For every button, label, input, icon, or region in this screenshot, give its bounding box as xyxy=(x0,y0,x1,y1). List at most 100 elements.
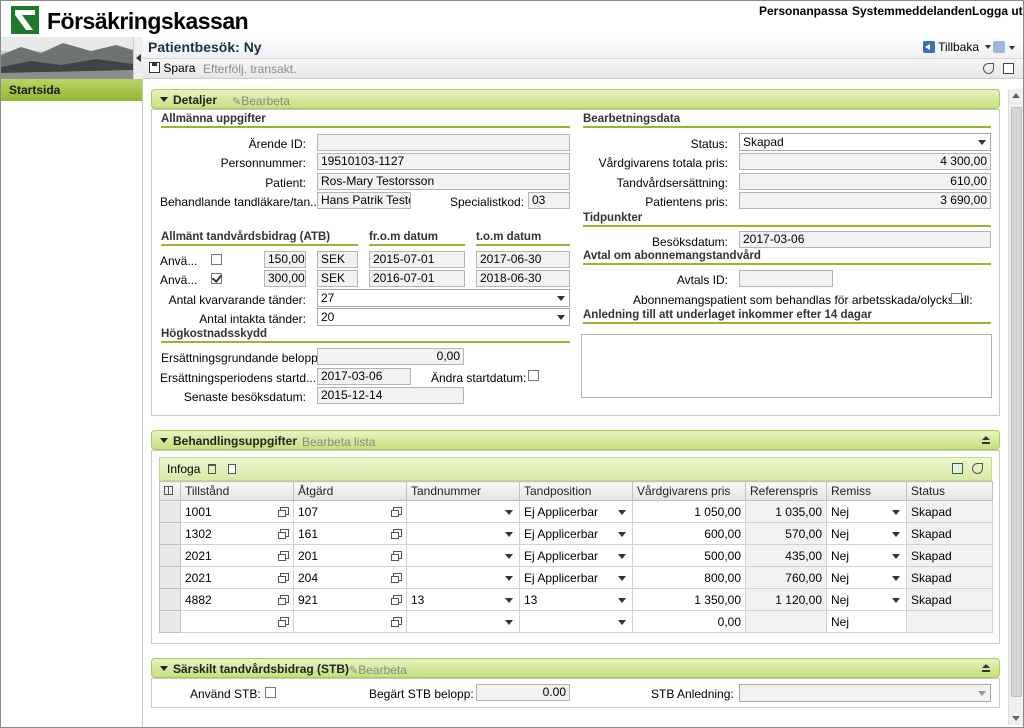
chevron-down-icon[interactable] xyxy=(505,532,513,537)
cell-atgard[interactable]: 107 xyxy=(293,500,407,523)
chevron-down-icon[interactable] xyxy=(505,554,513,559)
cell-atgard[interactable]: 921 xyxy=(293,588,407,611)
chevron-down-icon[interactable] xyxy=(618,554,626,559)
lookup-icon[interactable] xyxy=(278,617,289,627)
row-header[interactable] xyxy=(159,566,181,589)
cell-tillstand[interactable]: 2021 xyxy=(180,566,294,589)
row-header[interactable] xyxy=(159,500,181,523)
tools-icon[interactable] xyxy=(972,463,983,474)
row-header[interactable] xyxy=(159,588,181,611)
stb-panel-header[interactable]: Särskilt tandvårdsbidrag (STB) ✎Bearbeta xyxy=(151,658,1000,678)
column-chooser-icon[interactable] xyxy=(159,481,181,501)
stb-edit-button[interactable]: ✎Bearbeta xyxy=(349,663,407,677)
lookup-icon[interactable] xyxy=(278,529,289,539)
chevron-down-icon[interactable] xyxy=(618,510,626,515)
tools-icon[interactable] xyxy=(983,63,994,74)
table-row[interactable]: 1001 107 Ej Applicerbar 1 050,00 1 035,00 Nej… xyxy=(159,500,993,523)
lookup-icon[interactable] xyxy=(278,507,289,517)
collapse-up-icon[interactable] xyxy=(982,664,990,672)
cell-tillstand[interactable]: 1001 xyxy=(180,500,294,523)
chevron-down-icon[interactable] xyxy=(892,532,900,537)
chevron-down-icon[interactable] xyxy=(892,554,900,559)
lookup-icon[interactable] xyxy=(391,507,402,517)
atb-row-checkbox[interactable] xyxy=(211,273,222,284)
cell-remiss[interactable]: Nej xyxy=(826,610,907,633)
cell-tandpos[interactable]: Ej Applicerbar xyxy=(519,522,633,545)
chevron-down-icon[interactable] xyxy=(1009,46,1015,50)
lookup-icon[interactable] xyxy=(391,573,402,583)
cell-pris[interactable]: 500,00 xyxy=(632,544,746,567)
column-header[interactable]: Referenspris xyxy=(745,481,827,501)
column-header[interactable]: Vårdgivarens pris xyxy=(632,481,746,501)
sidebar-collapse-icon[interactable] xyxy=(133,37,143,79)
cell-pris[interactable]: 0,00 xyxy=(632,610,746,633)
lookup-icon[interactable] xyxy=(278,595,289,605)
chevron-down-icon[interactable] xyxy=(892,510,900,515)
details-panel-header[interactable]: Detaljer ✎Bearbeta xyxy=(151,89,1000,109)
remaining-teeth-select[interactable]: 27 xyxy=(317,289,570,307)
cell-remiss[interactable]: Nej xyxy=(826,500,907,523)
injury-patient-checkbox[interactable] xyxy=(951,293,962,304)
lookup-icon[interactable] xyxy=(391,595,402,605)
cell-tandpos[interactable]: 13 xyxy=(519,588,633,611)
column-header[interactable]: Status xyxy=(906,481,993,501)
cell-remiss[interactable]: Nej xyxy=(826,522,907,545)
chevron-down-icon[interactable] xyxy=(618,620,626,625)
row-header[interactable] xyxy=(159,544,181,567)
cell-tandnr[interactable] xyxy=(406,522,520,545)
intact-teeth-select[interactable]: 20 xyxy=(317,308,570,326)
vertical-scrollbar[interactable] xyxy=(1008,89,1023,725)
chevron-down-icon[interactable] xyxy=(505,598,513,603)
copy-icon[interactable] xyxy=(228,464,236,474)
insert-button[interactable]: Infoga xyxy=(167,462,200,476)
export-icon[interactable] xyxy=(952,463,963,474)
chevron-down-icon[interactable] xyxy=(505,620,513,625)
cell-tandpos[interactable]: Ej Applicerbar xyxy=(519,566,633,589)
treatment-panel-header[interactable]: Behandlingsuppgifter Bearbeta lista xyxy=(151,430,1000,450)
table-row[interactable]: 0,00 Nej xyxy=(159,610,993,633)
cell-tillstand[interactable]: 1302 xyxy=(180,522,294,545)
cell-pris[interactable]: 1 350,00 xyxy=(632,588,746,611)
cell-tillstand[interactable] xyxy=(180,610,294,633)
cell-tandpos[interactable]: Ej Applicerbar xyxy=(519,544,633,567)
column-header[interactable]: Remiss xyxy=(826,481,907,501)
cell-atgard[interactable] xyxy=(293,610,407,633)
cell-tandnr[interactable] xyxy=(406,610,520,633)
nav-personanpassa[interactable]: Personanpassa xyxy=(759,4,848,18)
cell-pris[interactable]: 800,00 xyxy=(632,566,746,589)
cell-atgard[interactable]: 204 xyxy=(293,566,407,589)
cell-tandpos[interactable]: Ej Applicerbar xyxy=(519,500,633,523)
chevron-down-icon[interactable] xyxy=(892,598,900,603)
atb-row-checkbox[interactable] xyxy=(211,254,222,265)
table-row[interactable]: 4882 921 13 13 1 350,00 1 120,00 Nej Skapad xyxy=(159,588,993,611)
collapse-up-icon[interactable] xyxy=(982,436,990,444)
change-startdate-checkbox[interactable] xyxy=(528,370,539,381)
column-header[interactable]: Tillstånd xyxy=(180,481,294,501)
lookup-icon[interactable] xyxy=(391,551,402,561)
cell-atgard[interactable]: 201 xyxy=(293,544,407,567)
forward-icon[interactable] xyxy=(993,41,1005,53)
stb-reason-select[interactable] xyxy=(739,684,991,702)
row-header[interactable] xyxy=(159,610,181,633)
cell-atgard[interactable]: 161 xyxy=(293,522,407,545)
column-header[interactable]: Tandnummer xyxy=(406,481,520,501)
followup-transaction-button[interactable]: Efterfölj. transakt. xyxy=(203,62,296,76)
cell-tandnr[interactable]: 13 xyxy=(406,588,520,611)
chevron-down-icon[interactable] xyxy=(618,598,626,603)
cell-tillstand[interactable]: 2021 xyxy=(180,544,294,567)
chevron-down-icon[interactable] xyxy=(618,532,626,537)
cell-pris[interactable]: 600,00 xyxy=(632,522,746,545)
cell-tandnr[interactable] xyxy=(406,566,520,589)
cell-remiss[interactable]: Nej xyxy=(826,588,907,611)
lookup-icon[interactable] xyxy=(278,573,289,583)
nav-systemmeddelanden[interactable]: Systemmeddelanden xyxy=(852,4,972,18)
cell-tillstand[interactable]: 4882 xyxy=(180,588,294,611)
chevron-down-icon[interactable] xyxy=(505,576,513,581)
use-stb-checkbox[interactable] xyxy=(265,687,276,698)
chevron-down-icon[interactable] xyxy=(505,510,513,515)
table-row[interactable]: 2021 204 Ej Applicerbar 800,00 760,00 Nej Skap… xyxy=(159,566,993,589)
treatment-edit-list-button[interactable]: Bearbeta lista xyxy=(302,435,375,449)
lookup-icon[interactable] xyxy=(391,617,402,627)
details-edit-button[interactable]: ✎Bearbeta xyxy=(232,94,290,108)
lookup-icon[interactable] xyxy=(391,529,402,539)
